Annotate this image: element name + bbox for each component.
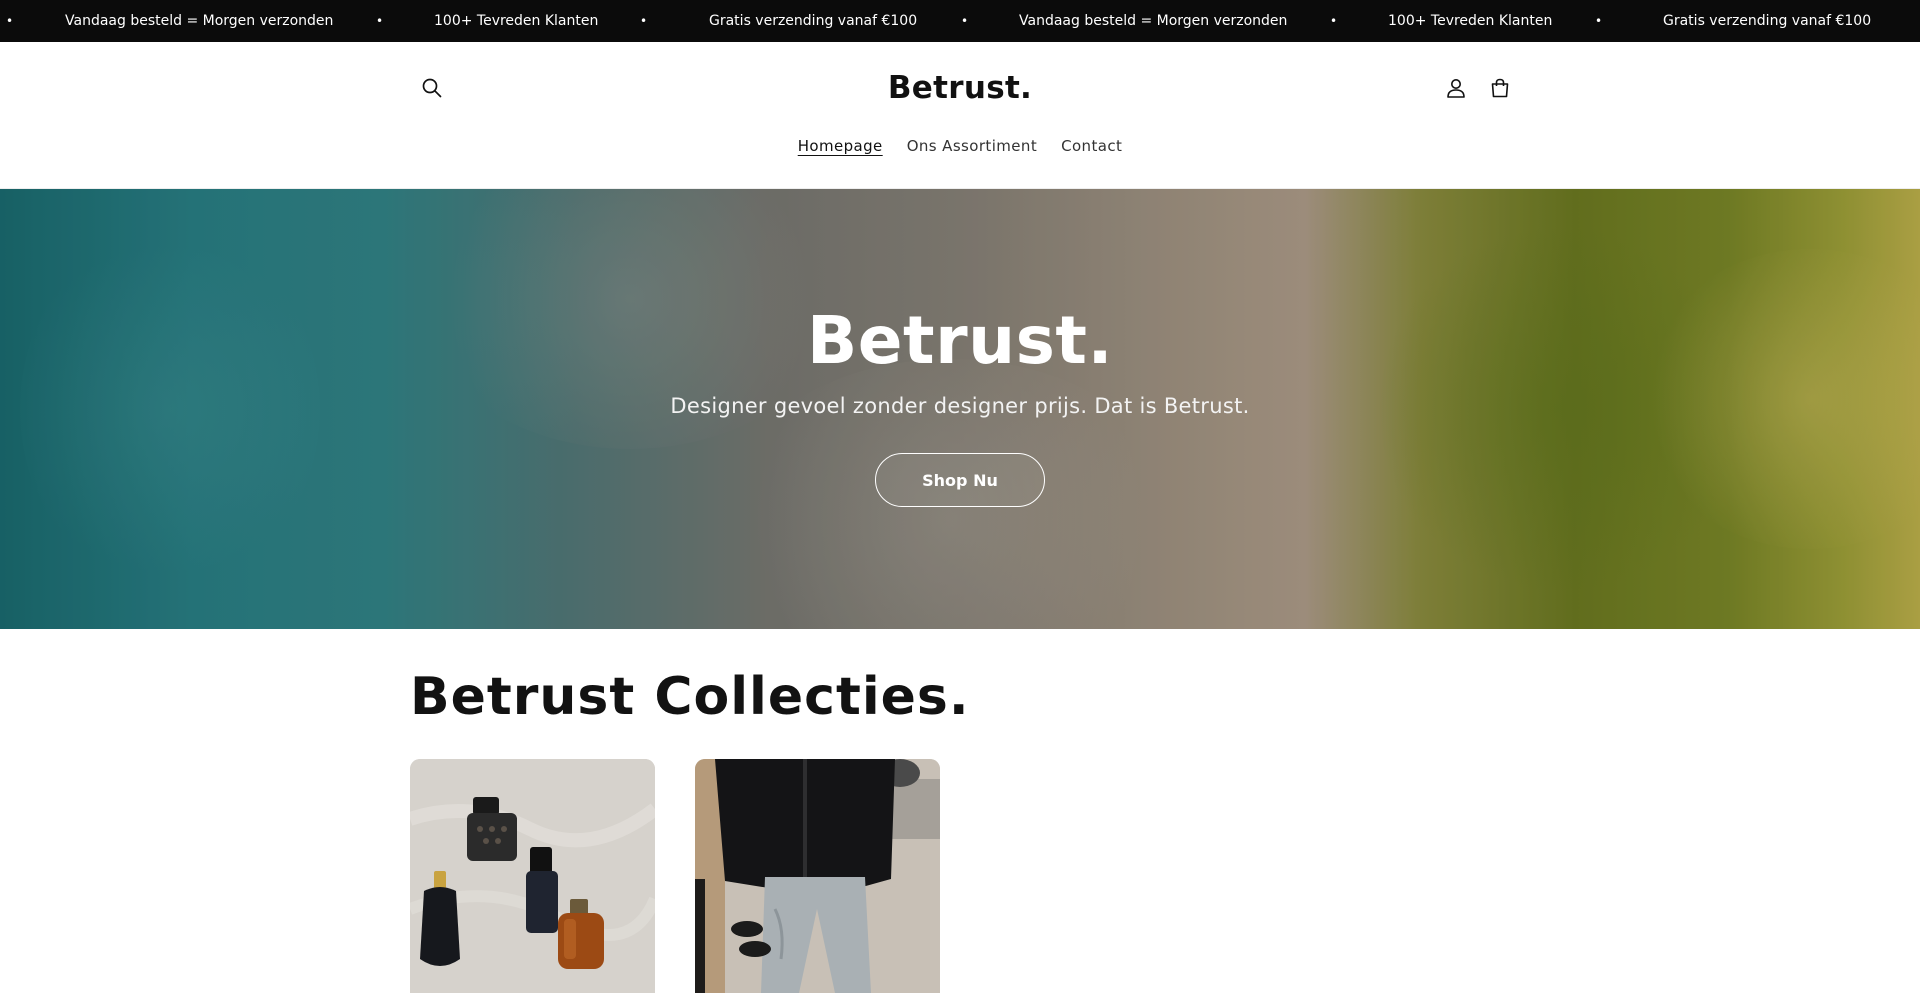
announcement-separator: • <box>640 14 648 28</box>
cart-icon <box>1491 78 1509 98</box>
announcement-message: Gratis verzending vanaf €100 <box>709 13 918 29</box>
nav-link-contact[interactable]: Contact <box>1061 137 1122 155</box>
shop-now-button[interactable]: Shop Nu <box>875 453 1045 507</box>
nav-link-homepage[interactable]: Homepage <box>798 137 883 155</box>
perfume-bottles-photo <box>410 759 655 993</box>
announcement-separator: • <box>6 14 14 28</box>
announcement-bar: • Vandaag besteld = Morgen verzonden • 1… <box>0 0 1920 42</box>
outfit-jacket-jeans-photo <box>695 759 940 993</box>
nav-link-assortiment[interactable]: Ons Assortiment <box>907 137 1037 155</box>
announcement-separator: • <box>961 14 969 28</box>
announcement-separator: • <box>1595 14 1603 28</box>
cart-button[interactable] <box>1484 72 1516 104</box>
site-logo[interactable]: Betrust. <box>0 70 1920 106</box>
announcement-message: Gratis verzending vanaf €100 <box>1663 13 1872 29</box>
collection-card-perfume[interactable] <box>410 759 655 993</box>
collections-title: Betrust Collecties. <box>410 667 970 727</box>
collection-card-outfit[interactable] <box>695 759 940 993</box>
announcement-message: 100+ Tevreden Klanten <box>434 13 599 29</box>
announcement-separator: • <box>1330 14 1338 28</box>
account-icon <box>1447 79 1465 98</box>
main-navigation: Homepage Ons Assortiment Contact <box>0 137 1920 155</box>
announcement-message: Vandaag besteld = Morgen verzonden <box>1019 13 1288 29</box>
announcement-separator: • <box>376 14 384 28</box>
hero-title: Betrust. <box>806 302 1114 379</box>
hero-subtitle: Designer gevoel zonder designer prijs. D… <box>670 394 1250 418</box>
announcement-message: Vandaag besteld = Morgen verzonden <box>65 13 334 29</box>
account-button[interactable] <box>1440 72 1472 104</box>
hero-banner: Betrust. Designer gevoel zonder designer… <box>0 189 1920 629</box>
site-header: Betrust. Homepage Ons Assortiment Contac… <box>0 42 1920 189</box>
announcement-message: 100+ Tevreden Klanten <box>1388 13 1553 29</box>
